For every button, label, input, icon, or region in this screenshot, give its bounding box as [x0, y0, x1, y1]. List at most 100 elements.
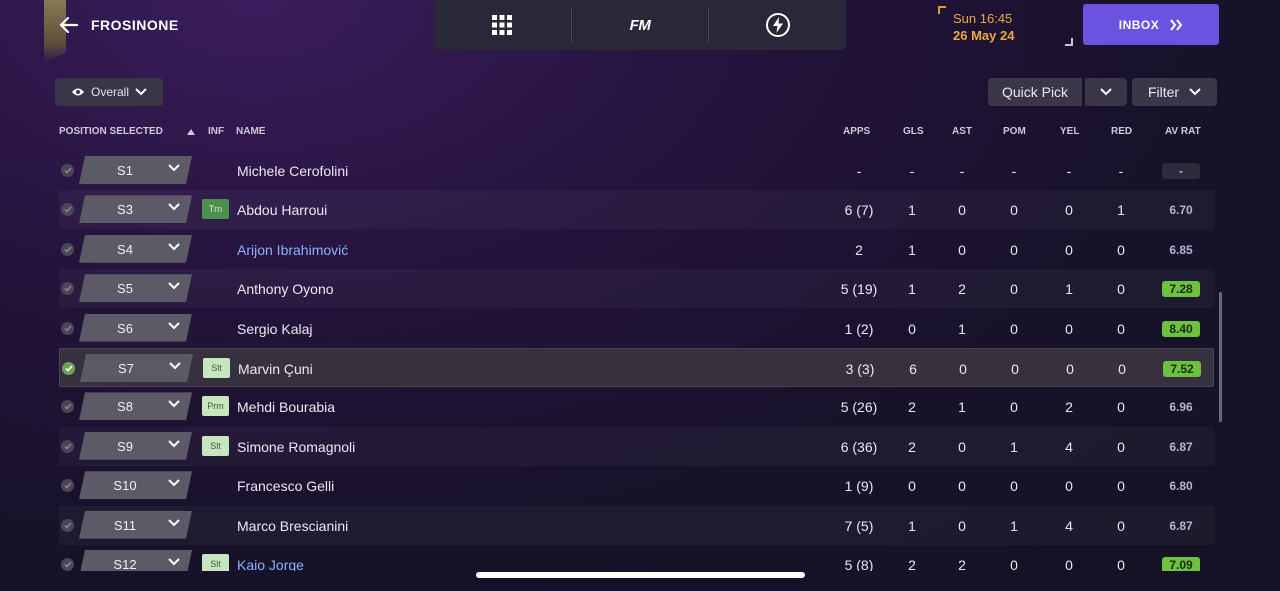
position-selector[interactable]: S5	[79, 274, 192, 302]
home-indicator[interactable]	[476, 572, 805, 578]
selection-check-icon[interactable]	[61, 282, 74, 296]
average-rating-badge: 7.28	[1162, 281, 1200, 298]
table-row[interactable]: S6 Sergio Kalaj 1 (2) 0 1 0 0 0 8.40	[59, 309, 1214, 348]
col-position[interactable]: POSITION SELECTED	[59, 126, 163, 137]
player-name[interactable]: Sergio Kalaj	[237, 321, 313, 337]
game-date[interactable]: Sun 16:45 26 May 24	[938, 6, 1073, 46]
selection-check-icon[interactable]	[61, 479, 74, 493]
red-cards-cell: 0	[1118, 361, 1126, 377]
selection-check-icon[interactable]	[61, 164, 74, 177]
selection-check-icon[interactable]	[61, 203, 74, 217]
position-selector[interactable]: S11	[79, 511, 192, 539]
player-name[interactable]: Michele Cerofolini	[237, 163, 348, 179]
scrollbar[interactable]	[1219, 292, 1222, 422]
position-selector[interactable]: S7	[80, 354, 193, 382]
red-cards-cell: 0	[1117, 517, 1125, 534]
col-inf[interactable]: INF	[208, 126, 224, 137]
info-badge[interactable]: Slt	[202, 435, 229, 456]
goals-cell: 1	[908, 241, 916, 258]
col-yel[interactable]: YEL	[1060, 126, 1079, 137]
info-badge[interactable]: Slt	[202, 554, 229, 571]
table-row[interactable]: S5 Anthony Oyono 5 (19) 1 2 0 1 0 7.28	[59, 269, 1214, 308]
selection-check-icon[interactable]	[61, 321, 74, 335]
table-row[interactable]: S4 Arijon Ibrahimović 2 1 0 0 0 0 6.85	[59, 230, 1214, 269]
player-name[interactable]: Mehdi Bourabia	[237, 399, 335, 415]
chevron-down-icon	[168, 164, 180, 172]
selection-check-icon[interactable]	[61, 439, 74, 453]
table-row[interactable]: S12 Slt Kaio Jorge 5 (8) 2 2 0 0 0 7.09	[59, 545, 1214, 571]
col-apps[interactable]: APPS	[843, 126, 870, 137]
average-rating-badge: 8.40	[1162, 320, 1200, 337]
position-label: S10	[113, 478, 137, 494]
assists-cell: -	[959, 163, 965, 179]
pom-cell: 0	[1010, 202, 1018, 219]
fm-home-button[interactable]: FM	[572, 0, 709, 50]
selection-check-icon[interactable]	[62, 362, 75, 375]
team-name[interactable]: FROSINONE	[91, 17, 179, 33]
goals-cell: 0	[908, 320, 916, 337]
yellow-cards-cell: 0	[1065, 241, 1073, 258]
position-selector[interactable]: S4	[79, 235, 192, 263]
chevron-down-icon	[168, 203, 180, 211]
info-badge[interactable]: Slt	[203, 358, 230, 378]
position-selector[interactable]: S6	[79, 314, 192, 342]
table-row[interactable]: S11 Marco Brescianini 7 (5) 1 0 1 4 0 6.87	[59, 506, 1214, 545]
inbox-button[interactable]: INBOX	[1083, 4, 1219, 45]
player-name[interactable]: Marco Brescianini	[237, 518, 348, 534]
filter-button[interactable]: Filter	[1132, 78, 1217, 106]
position-selector[interactable]: S12	[79, 550, 192, 571]
position-selector[interactable]: S8	[79, 392, 192, 420]
table-row[interactable]: S8 Prm Mehdi Bourabia 5 (26) 2 1 0 2 0 6.96	[59, 387, 1214, 426]
position-selector[interactable]: S10	[79, 471, 192, 499]
chevron-down-icon	[168, 282, 180, 290]
quick-pick-dropdown[interactable]	[1085, 78, 1127, 106]
arrow-left-icon	[59, 16, 79, 34]
selection-check-icon[interactable]	[61, 242, 74, 256]
apps-cell: 1 (9)	[844, 478, 874, 495]
menu-grid-button[interactable]	[434, 0, 571, 50]
col-ast[interactable]: AST	[952, 126, 972, 137]
assists-cell: 0	[958, 438, 966, 455]
col-red[interactable]: RED	[1111, 126, 1132, 137]
view-selector[interactable]: Overall	[55, 78, 163, 106]
table-row[interactable]: S7 Slt Marvin Çuni 3 (3) 6 0 0 0 0 7.52	[59, 348, 1214, 387]
table-row[interactable]: S10 Francesco Gelli 1 (9) 0 0 0 0 0 6.80	[59, 466, 1214, 505]
col-pom[interactable]: POM	[1003, 126, 1026, 137]
position-selector[interactable]: S9	[79, 432, 192, 460]
info-badge[interactable]: Prm	[202, 396, 229, 417]
chevron-down-icon	[168, 243, 180, 251]
sort-ascending-icon[interactable]	[187, 127, 195, 138]
table-row[interactable]: S1 Michele Cerofolini - - - - - - -	[59, 151, 1214, 190]
selection-check-icon[interactable]	[61, 400, 74, 414]
player-name[interactable]: Kaio Jorge	[237, 557, 304, 571]
player-name[interactable]: Arijon Ibrahimović	[237, 242, 348, 258]
filter-label: Filter	[1147, 84, 1180, 100]
position-selector[interactable]: S1	[79, 156, 192, 184]
pom-cell: 0	[1010, 241, 1018, 258]
red-cards-cell: 1	[1117, 202, 1125, 219]
chevron-down-icon	[168, 440, 180, 448]
table-header: POSITION SELECTED INF NAME APPS GLS AST …	[59, 126, 1219, 140]
player-name[interactable]: Marvin Çuni	[238, 361, 313, 377]
player-name[interactable]: Abdou Harroui	[237, 202, 327, 218]
table-row[interactable]: S9 Slt Simone Romagnoli 6 (36) 2 0 1 4 0 6.87	[59, 427, 1214, 466]
col-av-rat[interactable]: AV RAT	[1165, 126, 1201, 137]
back-button[interactable]	[56, 12, 82, 38]
apps-cell: 2	[855, 241, 863, 258]
col-gls[interactable]: GLS	[903, 126, 924, 137]
col-name[interactable]: NAME	[236, 126, 265, 137]
lightning-button[interactable]	[709, 0, 846, 50]
assists-cell: 0	[958, 517, 966, 534]
player-name[interactable]: Simone Romagnoli	[237, 439, 355, 455]
info-badge[interactable]: Trn	[202, 199, 229, 220]
position-selector[interactable]: S3	[79, 195, 192, 223]
table-row[interactable]: S3 Trn Abdou Harroui 6 (7) 1 0 0 0 1 6.70	[59, 190, 1214, 229]
position-label: S12	[113, 557, 137, 571]
assists-cell: 1	[958, 399, 966, 416]
quick-pick-button[interactable]: Quick Pick	[988, 78, 1082, 106]
selection-check-icon[interactable]	[61, 518, 74, 532]
player-name[interactable]: Anthony Oyono	[237, 281, 334, 297]
player-name[interactable]: Francesco Gelli	[237, 478, 334, 494]
selection-check-icon[interactable]	[61, 558, 74, 571]
goals-cell: 2	[908, 438, 916, 455]
